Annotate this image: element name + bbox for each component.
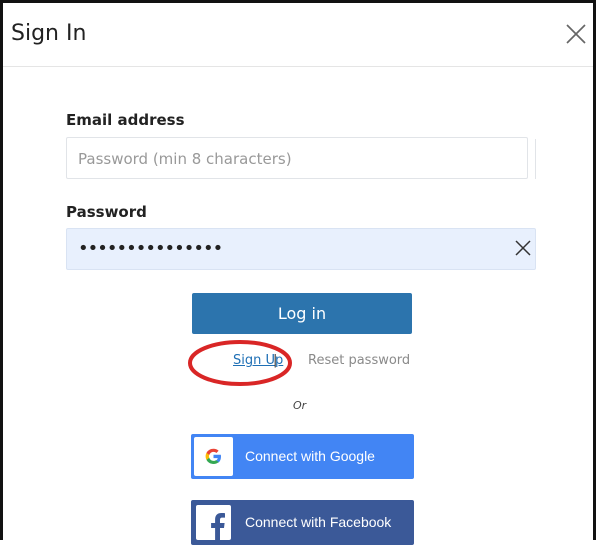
password-value: ••••••••••••••• [78,238,223,259]
email-placeholder: Password (min 8 characters) [78,150,292,168]
clear-password-icon[interactable] [513,238,533,258]
highlight-ellipse [188,340,292,386]
facebook-logo-icon [194,503,233,542]
password-field[interactable]: ••••••••••••••• [66,228,536,270]
dialog-title: Sign In [11,21,87,46]
or-divider-text: Or [293,399,307,412]
google-logo-icon [194,437,233,476]
password-label: Password [66,203,147,221]
email-label: Email address [66,111,185,129]
sign-in-dialog: Sign In Email address Password (min 8 ch… [0,0,596,545]
input-divider [535,139,536,179]
facebook-connect-label: Connect with Facebook [245,514,392,530]
close-icon[interactable] [563,21,589,47]
reset-password-link[interactable]: Reset password [308,353,410,368]
dialog-header: Sign In [3,3,593,67]
facebook-connect-button[interactable]: Connect with Facebook [191,500,414,545]
email-field[interactable]: Password (min 8 characters) [66,137,528,179]
google-connect-label: Connect with Google [245,448,375,464]
google-connect-button[interactable]: Connect with Google [191,434,414,479]
login-button[interactable]: Log in [192,293,412,334]
